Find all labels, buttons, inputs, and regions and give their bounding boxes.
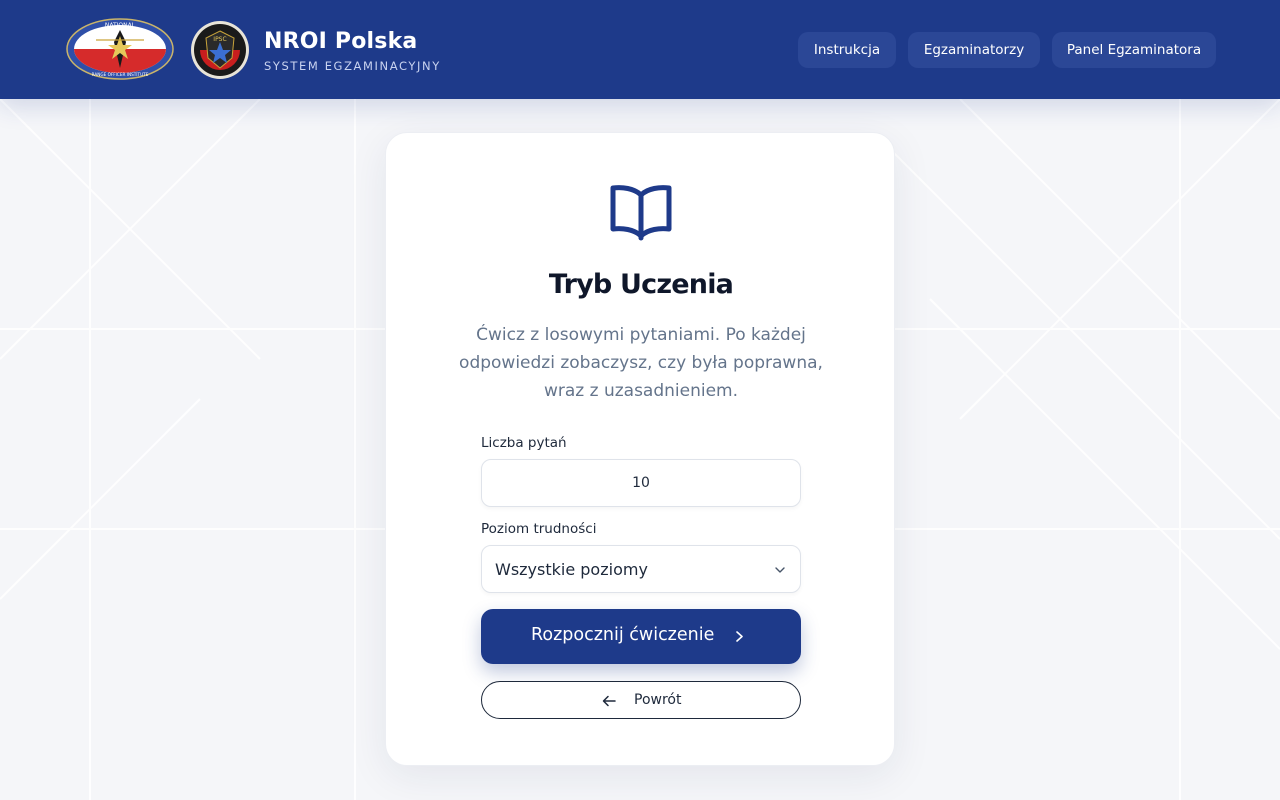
nroi-logo-text-top: NATIONAL: [105, 22, 136, 29]
difficulty-label: Poziom trudności: [481, 521, 597, 537]
nav-panel-egzaminatora-button[interactable]: Panel Egzaminatora: [1052, 32, 1216, 68]
start-practice-label: Rozpocznij ćwiczenie: [531, 625, 715, 645]
nroi-logo-text-bottom: RANGE OFFICER INSTITUTE: [92, 72, 149, 77]
ipsc-logo[interactable]: IPSC: [190, 20, 250, 80]
arrow-left-icon: [602, 695, 616, 707]
book-open-icon: [610, 185, 672, 241]
question-count-input[interactable]: [481, 459, 801, 507]
page-title: Tryb Uczenia: [548, 269, 734, 300]
start-practice-button[interactable]: Rozpocznij ćwiczenie: [481, 609, 801, 664]
page-description: Ćwicz z losowymi pytaniami. Po każdej od…: [459, 325, 823, 401]
learning-mode-card: Tryb Uczenia Ćwicz z losowymi pytaniami.…: [385, 132, 895, 766]
chevron-down-icon: [775, 567, 785, 573]
top-header: NATIONAL RANGE OFFICER INSTITUTE IPSC NR…: [0, 0, 1280, 99]
difficulty-select-value: Wszystkie poziomy: [495, 560, 648, 579]
nav-egzaminatorzy-button[interactable]: Egzaminatorzy: [908, 32, 1040, 68]
nroi-logo[interactable]: NATIONAL RANGE OFFICER INSTITUTE: [66, 18, 174, 80]
back-button-label: Powrót: [634, 692, 682, 708]
brand-title: NROI Polska: [264, 29, 418, 54]
ipsc-logo-text: IPSC: [213, 36, 226, 43]
question-count-label: Liczba pytań: [481, 435, 567, 451]
nav-instrukcja-button[interactable]: Instrukcja: [798, 32, 896, 68]
back-button[interactable]: Powrót: [481, 681, 801, 719]
chevron-right-icon: [736, 631, 743, 642]
brand-subtitle: SYSTEM EGZAMINACYJNY: [264, 59, 441, 73]
difficulty-select[interactable]: Wszystkie poziomy: [481, 545, 801, 593]
